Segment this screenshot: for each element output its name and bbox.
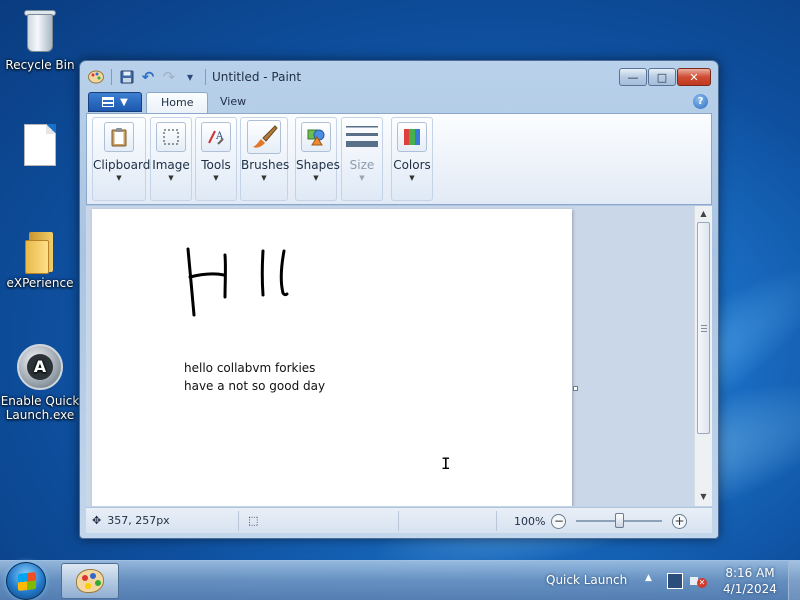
drawing-canvas[interactable]: hello collabvm forkies have a not so goo… [92, 209, 572, 506]
vertical-scrollbar[interactable]: ▲ ▼ [694, 206, 712, 506]
paint-window[interactable]: ↶ ↷ ▾ Untitled - Paint — □ ✕ ▼ Home View… [79, 60, 719, 539]
cursor-position-text: 357, 257px [107, 514, 170, 527]
ribbon-group-colors[interactable]: Colors ▼ [391, 117, 433, 201]
file-icon [24, 124, 56, 166]
cursor-position: ✥ 357, 257px [92, 514, 170, 527]
text-cursor-icon: I [441, 454, 451, 473]
quick-launch-app-icon: A [17, 344, 63, 390]
desktop-icon-recycle-bin[interactable]: Recycle Bin [0, 8, 80, 72]
recycle-bin-icon [23, 8, 57, 54]
network-icon[interactable] [667, 573, 683, 589]
canvas-text-line: hello collabvm forkies [184, 361, 316, 375]
zoom-level: 100% [514, 515, 546, 528]
desktop-icon-enable-quick-launch[interactable]: A Enable Quick Launch.exe [0, 344, 80, 422]
quick-access-toolbar: ↶ ↷ ▾ [88, 68, 208, 86]
zoom-out-button[interactable]: − [551, 514, 567, 529]
ribbon-group-label: Shapes [296, 158, 340, 172]
minimize-button[interactable]: — [619, 68, 647, 86]
canvas-workspace[interactable]: hello collabvm forkies have a not so goo… [86, 206, 712, 506]
canvas-text-line: have a not so good day [184, 379, 326, 393]
tools-icon: A [201, 122, 231, 152]
ribbon-group-label: Colors [393, 158, 431, 172]
ribbon-group-label: Brushes [241, 158, 290, 172]
undo-icon[interactable]: ↶ [140, 68, 156, 86]
scroll-down-icon[interactable]: ▼ [695, 489, 712, 505]
ribbon-group-image[interactable]: Image ▼ [150, 117, 192, 201]
ribbon-group-size: Size ▼ [341, 117, 383, 201]
taskbar-paint-button[interactable] [61, 563, 119, 599]
selection-icon: ⬚ [248, 514, 259, 527]
desktop-icon-label: Enable Quick Launch.exe [0, 394, 80, 422]
system-clock[interactable]: 8:16 AM 4/1/2024 [722, 565, 778, 597]
zoom-in-button[interactable]: + [672, 514, 687, 529]
ribbon-group-label: Size [349, 158, 375, 172]
scroll-up-icon[interactable]: ▲ [695, 206, 712, 222]
start-button[interactable] [6, 562, 46, 600]
folder-icon [23, 232, 57, 274]
chevron-down-icon: ▼ [409, 174, 415, 182]
ribbon-group-label: Clipboard [93, 158, 151, 172]
chevron-down-icon: ▼ [116, 174, 122, 182]
ribbon-group-label: Tools [201, 158, 231, 172]
maximize-button[interactable]: □ [648, 68, 676, 86]
ribbon-tab-row: ▼ Home View ? [86, 91, 712, 114]
redo-icon[interactable]: ↷ [161, 68, 177, 86]
ribbon-group-clipboard[interactable]: Clipboard ▼ [92, 117, 151, 201]
brush-icon [247, 120, 281, 154]
customize-qat-icon[interactable]: ▾ [182, 69, 198, 85]
chevron-down-icon: ▼ [313, 174, 319, 182]
window-title: Untitled - Paint [212, 70, 302, 84]
hand-drawn-hi [186, 247, 289, 317]
canvas-text-box[interactable]: hello collabvm forkies have a not so goo… [184, 359, 325, 395]
ribbon-group-tools[interactable]: A Tools ▼ [195, 117, 237, 201]
quick-launch-toolbar-label[interactable]: Quick Launch [546, 573, 627, 587]
tab-view[interactable]: View [206, 92, 260, 114]
image-select-icon [156, 122, 186, 152]
save-icon[interactable] [119, 69, 135, 85]
paint-palette-icon [76, 569, 104, 593]
menu-icon [102, 97, 115, 107]
zoom-slider[interactable] [576, 513, 662, 528]
show-desktop-button[interactable] [788, 561, 800, 600]
ribbon-group-shapes[interactable]: Shapes ▼ [295, 117, 340, 201]
tab-home[interactable]: Home [146, 92, 209, 114]
chevron-down-icon: ▼ [168, 174, 174, 182]
paint-menu-button[interactable]: ▼ [88, 92, 142, 112]
desktop-icon-label: Recycle Bin [5, 58, 75, 72]
taskbar: Quick Launch ▲ ✕ 8:16 AM 4/1/2024 [0, 560, 800, 600]
chevron-down-icon: ▼ [261, 174, 267, 182]
desktop-icon-file[interactable] [0, 124, 80, 170]
scrollbar-thumb[interactable] [697, 222, 710, 434]
clock-date: 4/1/2024 [723, 582, 777, 596]
canvas-resize-handle[interactable] [573, 386, 578, 391]
selection-size: ⬚ [248, 514, 258, 527]
ribbon: Clipboard ▼ Image ▼ A Tools ▼ Brushes ▼ [86, 113, 712, 205]
move-cursor-icon: ✥ [92, 514, 102, 527]
volume-muted-icon[interactable]: ✕ [690, 573, 707, 589]
chevron-down-icon: ▼ [120, 96, 128, 108]
windows-logo-icon [18, 572, 36, 591]
ribbon-group-brushes[interactable]: Brushes ▼ [240, 117, 290, 201]
shapes-icon [301, 122, 331, 152]
show-hidden-icons-button[interactable]: ▲ [645, 573, 652, 583]
desktop-icon-label: eXPerience [6, 276, 74, 290]
title-bar[interactable]: ↶ ↷ ▾ Untitled - Paint — □ ✕ [80, 61, 718, 91]
clock-time: 8:16 AM [725, 566, 775, 580]
chevron-down-icon: ▼ [359, 174, 365, 182]
colors-icon [397, 122, 427, 152]
paint-app-icon[interactable] [88, 69, 104, 85]
close-button[interactable]: ✕ [677, 68, 711, 86]
zoom-slider-thumb[interactable] [615, 513, 624, 528]
ribbon-group-label: Image [152, 158, 190, 172]
desktop-icon-experience[interactable]: eXPerience [0, 232, 80, 290]
zoom-controls: 100% − [514, 514, 567, 529]
help-icon[interactable]: ? [693, 94, 708, 109]
chevron-down-icon: ▼ [213, 174, 219, 182]
clipboard-icon [104, 122, 134, 152]
size-icon [345, 122, 379, 152]
status-bar: ✥ 357, 257px ⬚ 100% − + [86, 507, 712, 533]
